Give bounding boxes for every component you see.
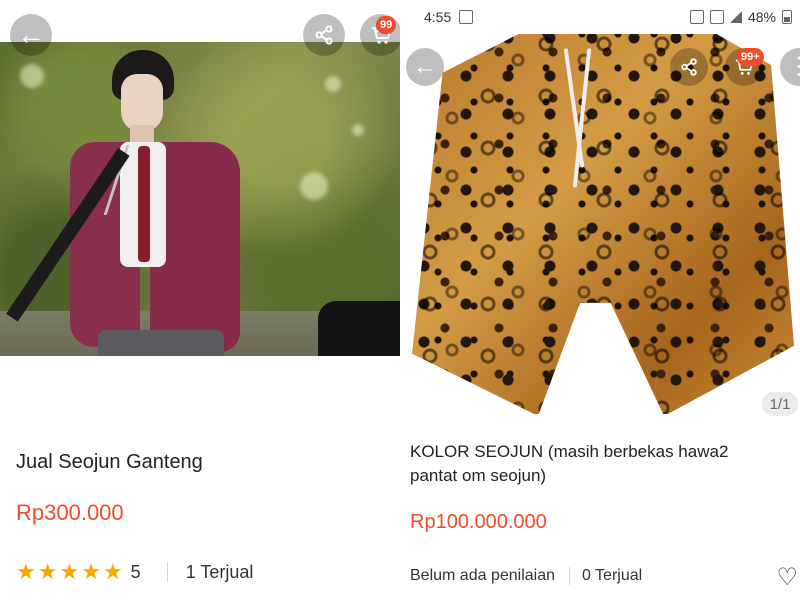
sold-count: 1 Terjual	[185, 561, 254, 582]
signal-icon	[729, 11, 742, 23]
product-meta-right: Belum ada penilaian 0 Terjual	[410, 565, 642, 587]
star-icon: ★	[16, 559, 36, 584]
favorite-button[interactable]: ♡	[776, 563, 798, 592]
alarm-icon	[689, 10, 704, 24]
rating-stars: ★ ★ ★ ★ ★	[16, 561, 123, 583]
back-button-right[interactable]: ←	[406, 48, 444, 86]
heart-icon: ♡	[776, 564, 798, 591]
status-bar: 4:55 48%	[400, 0, 800, 34]
star-icon: ★	[81, 559, 101, 584]
drawcord	[570, 48, 586, 188]
rating-status: Belum ada penilaian	[410, 567, 555, 584]
star-icon: ★	[59, 559, 80, 584]
divider	[166, 562, 168, 582]
share-icon	[681, 58, 697, 76]
sold-count-right: 0 Terjual	[582, 567, 643, 584]
more-icon: ⋮	[787, 53, 800, 80]
person-figure	[6, 50, 260, 356]
rating-value: 5	[130, 561, 141, 582]
share-button-right[interactable]	[670, 48, 708, 86]
left-product-panel: ← 99 Jual Seojun Ganteng Rp300.000 ★ ★ ★ ★ ★…	[0, 0, 400, 600]
cart-badge-right: 99+	[737, 48, 764, 66]
right-product-panel: 4:55 48% ← 99+ ⋮ 1/1 KOLOR SEOJUN (masih…	[400, 0, 800, 600]
product-title: Jual Seojun Ganteng	[16, 451, 203, 473]
status-time: 4:55	[424, 9, 452, 25]
back-icon: ←	[413, 53, 437, 80]
gallery-icon	[459, 10, 474, 24]
back-button[interactable]: ←	[10, 14, 52, 56]
battery-percentage: 48%	[747, 9, 776, 25]
star-icon: ★	[37, 559, 58, 584]
left-product-image	[0, 42, 400, 356]
product-price: Rp300.000	[16, 500, 124, 525]
product-title-right: KOLOR SEOJUN (masih berbekas hawa2 panta…	[410, 442, 729, 485]
share-button[interactable]	[303, 14, 345, 56]
divider	[569, 567, 570, 585]
battery-icon	[782, 10, 792, 24]
cart-badge: 99	[376, 16, 397, 34]
product-price-right: Rp100.000.000	[410, 511, 547, 533]
back-icon: ←	[17, 19, 45, 50]
product-meta: ★ ★ ★ ★ ★ 5 1 Terjual	[16, 560, 253, 584]
share-icon	[315, 25, 333, 45]
image-page-indicator: 1/1	[762, 392, 798, 416]
star-icon: ★	[102, 559, 123, 584]
wifi-icon	[709, 10, 724, 24]
